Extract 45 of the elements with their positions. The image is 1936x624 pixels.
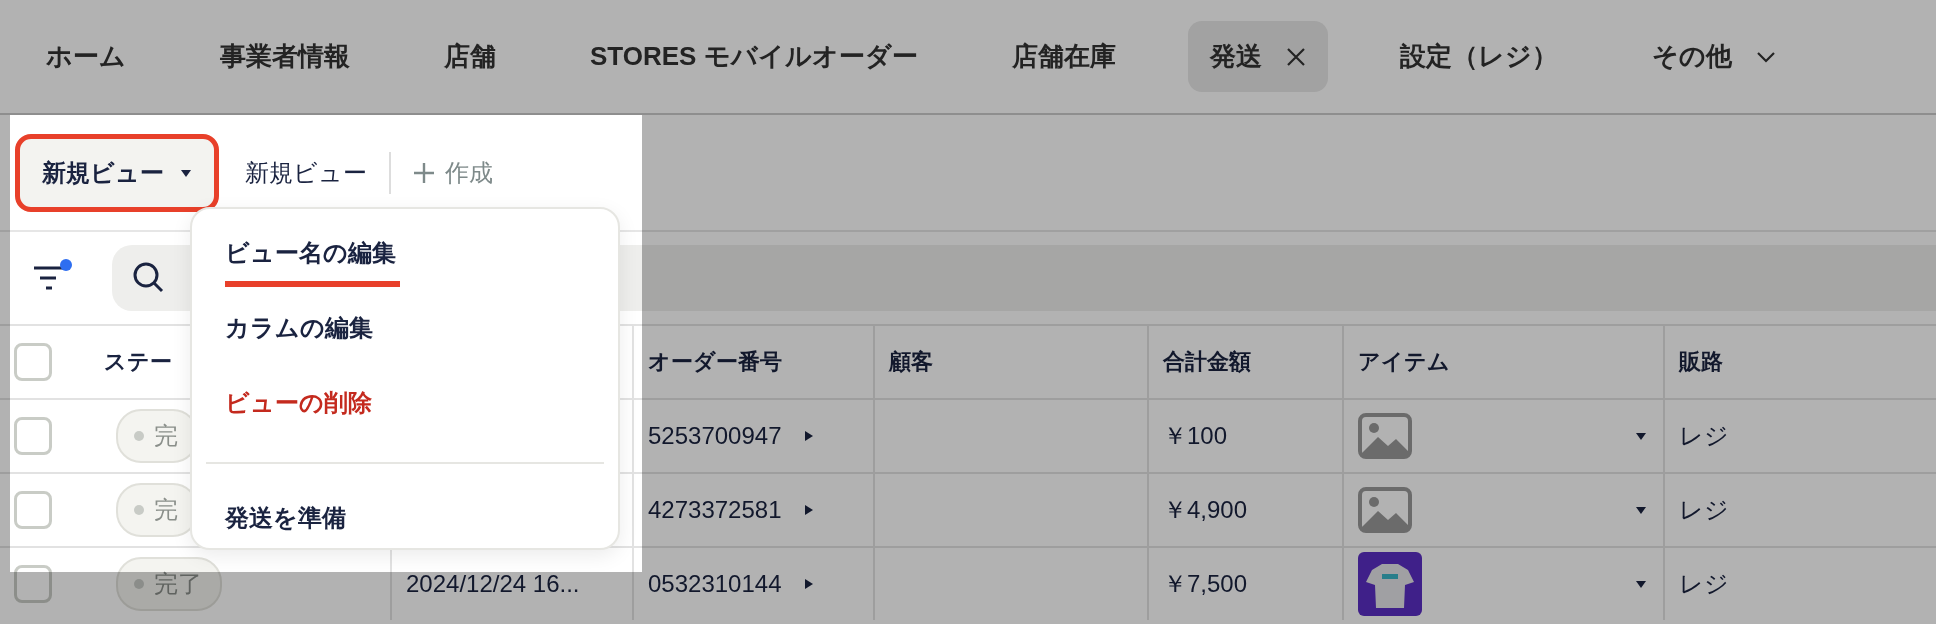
nav-tab[interactable]: ホーム (24, 21, 148, 92)
menu-item[interactable]: 発送を準備 (225, 502, 350, 552)
column-header: アイテム (1358, 348, 1450, 376)
nav-tab[interactable]: STORES モバイルオーダー (568, 21, 940, 92)
plus-icon (413, 161, 435, 184)
date-cell: 2024/12/24 16... (406, 570, 580, 598)
view-tab[interactable]: 新規ビュー (245, 156, 367, 189)
column-header: 合計金額 (1163, 348, 1251, 376)
total-amount: ￥7,500 (1163, 569, 1248, 599)
sales-channel: レジ (1679, 421, 1729, 451)
nav-tab[interactable]: 発送 (1187, 21, 1328, 92)
search-icon (132, 261, 166, 295)
image-icon (1358, 413, 1412, 459)
view-select-button[interactable]: 新規ビュー (15, 133, 219, 212)
total-amount: ￥100 (1163, 421, 1228, 451)
row-checkbox[interactable] (14, 491, 52, 529)
status-badge: 完了 (116, 557, 222, 611)
chevron-down-icon (1755, 50, 1776, 63)
select-all-checkbox[interactable] (14, 343, 52, 381)
nav-tab[interactable]: 設定（レジ） (1377, 21, 1580, 92)
nav-tab[interactable]: その他 (1629, 21, 1798, 92)
caret-down-icon (1635, 578, 1647, 590)
column-header: オーダー番号 (648, 348, 782, 376)
nav-tab[interactable]: 店舗 (422, 21, 518, 92)
caret-down-icon (1635, 504, 1647, 516)
sales-channel: レジ (1679, 569, 1729, 599)
menu-item[interactable]: ビューの削除 (225, 387, 376, 437)
column-header: 顧客 (889, 348, 933, 376)
image-icon (1358, 487, 1412, 533)
nav-tab[interactable]: 店舗在庫 (989, 21, 1138, 92)
menu-item[interactable]: ビュー名の編集 (225, 237, 400, 287)
order-number: 0532310144 (648, 570, 782, 598)
close-icon[interactable] (1285, 46, 1306, 67)
sales-channel: レジ (1679, 495, 1729, 525)
order-number: 4273372581 (648, 496, 782, 524)
menu-item[interactable]: カラムの編集 (225, 312, 377, 362)
column-header: ステー (104, 348, 172, 376)
nav-tab[interactable]: 事業者情報 (198, 21, 372, 92)
create-view-link[interactable]: 作成 (413, 156, 493, 189)
order-number: 5253700947 (648, 422, 782, 450)
row-checkbox[interactable] (14, 565, 52, 603)
row-checkbox[interactable] (14, 417, 52, 455)
caret-down-icon (1635, 430, 1647, 442)
column-header: 販路 (1679, 348, 1723, 376)
total-amount: ￥4,900 (1163, 495, 1248, 525)
